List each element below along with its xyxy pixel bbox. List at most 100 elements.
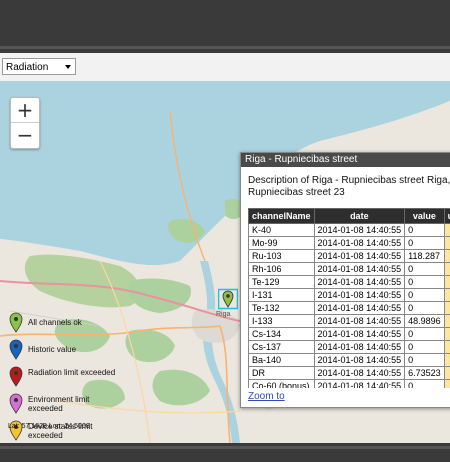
table-row: Ba-140 2014-01-08 14:40:55 0 [248,353,450,367]
table-row: Rh-106 2014-01-08 14:40:55 0 [248,262,450,276]
table-cell [443,301,450,315]
marker-green-icon [9,312,23,333]
table-cell: Co-60 (bonus) [248,379,315,388]
channel-table-wrap[interactable]: channelName date value u K-402014-01-08 … [248,208,450,388]
table-row: Cs-134 2014-01-08 14:40:55 0 [248,327,450,341]
table-cell [443,340,450,354]
table-cell: DR [248,366,315,380]
table-cell [443,249,450,263]
table-cell: 2014-01-08 14:40:55 [313,366,406,380]
legend-item-historic: Historic value [6,338,126,362]
table-cell: 48.9896 [404,314,445,328]
table-cell: 2014-01-08 14:40:55 [313,379,406,388]
toolbar: Radiation [0,53,450,81]
table-cell: 0 [404,223,445,237]
table-row: Co-60 (bonus) 2014-01-08 14:40:55 0 [248,379,450,388]
zoom-control: + − [10,97,40,149]
marker-pink-icon [9,393,23,414]
table-cell [443,275,450,289]
table-cell [443,236,450,250]
table-cell: 0 [404,288,445,302]
table-cell: K-40 [248,223,315,237]
column-header: channelName [248,208,315,224]
table-row: K-40 2014-01-08 14:40:55 0 [248,223,450,237]
table-cell [443,262,450,276]
table-cell: Cs-137 [248,340,315,354]
station-marker[interactable] [217,288,239,310]
marker-red-icon [9,366,23,387]
table-cell [443,223,450,237]
table-cell: I-131 [248,288,315,302]
table-cell: 2014-01-08 14:40:55 [313,353,406,367]
table-row: I-133 2014-01-08 14:40:55 48.9896 [248,314,450,328]
table-cell [443,366,450,380]
bottom-bar [0,443,450,462]
table-cell: Cs-134 [248,327,315,341]
table-cell: 0 [404,275,445,289]
legend-label: All channels ok [28,318,82,327]
table-cell: 2014-01-08 14:40:55 [313,275,406,289]
table-row: I-131 2014-01-08 14:40:55 0 [248,288,450,302]
marker-blue-icon [9,339,23,360]
table-row: Te-129 2014-01-08 14:40:55 0 [248,275,450,289]
zoom-out-button[interactable]: − [11,123,39,148]
table-cell: Te-129 [248,275,315,289]
legend-item-radiation: Radiation limit exceeded [6,365,126,389]
table-cell: 0 [404,353,445,367]
top-bar [0,0,450,52]
table-cell: 2014-01-08 14:40:55 [313,262,406,276]
table-cell: Te-132 [248,301,315,315]
table-cell: 6.73523 [404,366,445,380]
table-cell: 2014-01-08 14:40:55 [313,288,406,302]
zoom-to-link[interactable]: Zoom to [248,391,285,402]
table-row: DR 2014-01-08 14:40:55 6.73523 [248,366,450,380]
place-label: Riga [216,311,231,318]
table-cell: Rh-106 [248,262,315,276]
table-header-row: channelName date value u [248,208,450,224]
table-cell [443,314,450,328]
layer-select-value: Radiation [6,62,49,73]
column-header: date [313,208,406,224]
column-header: u [443,208,450,224]
popup-title: Riga - Rupniecibas street [241,153,450,167]
legend-label: Environment limit exceeded [28,395,90,413]
table-row: Mo-99 2014-01-08 14:40:55 0 [248,236,450,250]
table-cell: 2014-01-08 14:40:55 [313,340,406,354]
station-popup: Riga - Rupniecibas street Description of… [240,152,450,408]
table-cell: 0 [404,340,445,354]
chevron-down-icon [65,65,71,69]
table-cell: 0 [404,327,445,341]
table-cell [443,379,450,388]
table-cell [443,353,450,367]
coordinates-readout: Lat: 57.1628 Lon: 24.5008 [8,423,90,430]
table-cell: 0 [404,379,445,388]
table-cell: I-133 [248,314,315,328]
table-cell: 2014-01-08 14:40:55 [313,249,406,263]
table-row: Te-132 2014-01-08 14:40:55 0 [248,301,450,315]
table-cell: 0 [404,301,445,315]
table-cell: Ba-140 [248,353,315,367]
table-row: Cs-137 2014-01-08 14:40:55 0 [248,340,450,354]
table-cell: 0 [404,236,445,250]
table-cell: 2014-01-08 14:40:55 [313,223,406,237]
channel-table: channelName date value u K-402014-01-08 … [248,208,450,388]
table-cell: 2014-01-08 14:40:55 [313,327,406,341]
table-cell: 0 [404,262,445,276]
layer-select[interactable]: Radiation [2,58,76,75]
table-cell: Ru-103 [248,249,315,263]
table-cell: 2014-01-08 14:40:55 [313,236,406,250]
legend-item-environment: Environment limit exceeded [6,392,126,416]
legend-label: Historic value [28,345,77,354]
table-cell [443,327,450,341]
legend-label: Radiation limit exceeded [28,368,116,377]
table-cell: Mo-99 [248,236,315,250]
popup-description: Description of Riga - Rupniecibas street… [248,175,450,198]
table-row: Ru-103 2014-01-08 14:40:55 118.287 [248,249,450,263]
table-cell [443,288,450,302]
table-cell: 2014-01-08 14:40:55 [313,301,406,315]
column-header: value [404,208,445,224]
table-cell: 118.287 [404,249,445,263]
legend-item-ok: All channels ok [6,311,126,335]
table-cell: 2014-01-08 14:40:55 [313,314,406,328]
zoom-in-button[interactable]: + [11,98,39,123]
